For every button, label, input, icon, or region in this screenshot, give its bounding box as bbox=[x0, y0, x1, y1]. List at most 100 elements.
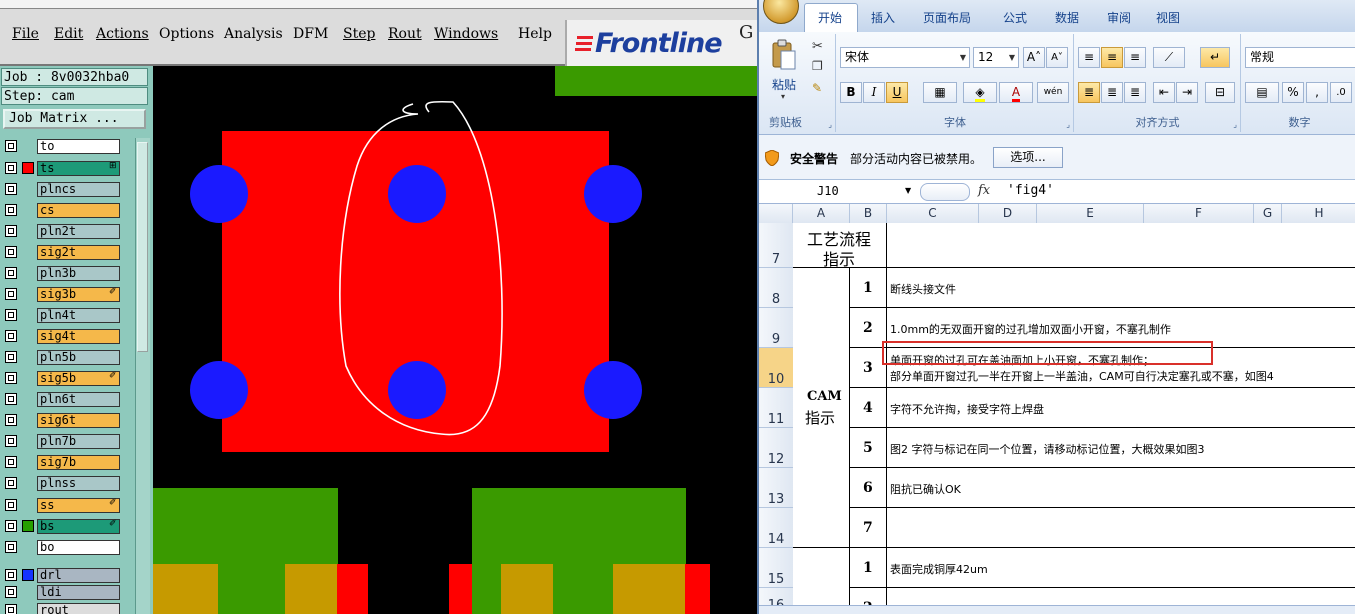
row-header[interactable]: 8 bbox=[759, 268, 793, 308]
layer-color-swatch[interactable] bbox=[22, 140, 34, 152]
layer-color-swatch[interactable] bbox=[22, 604, 34, 614]
cell-step-text[interactable]: 图2 字符与标记在同一个位置，请移动标记位置，大概效果如图3 bbox=[887, 428, 1355, 468]
select-all-corner[interactable] bbox=[759, 204, 793, 223]
align-left-button[interactable]: ≣ bbox=[1078, 82, 1100, 103]
layer-checkbox[interactable] bbox=[5, 569, 17, 581]
bold-button[interactable]: B bbox=[840, 82, 862, 103]
layer-row[interactable]: pln7b bbox=[3, 433, 134, 452]
tab-data[interactable]: 数据 bbox=[1055, 9, 1079, 26]
layer-name[interactable]: ss bbox=[37, 498, 120, 513]
via-pad[interactable] bbox=[190, 361, 248, 419]
layer-row[interactable]: ts ⊞ bbox=[3, 160, 134, 179]
layer-checkbox[interactable] bbox=[5, 267, 17, 279]
align-bottom-button[interactable]: ≡ bbox=[1124, 47, 1146, 68]
number-format-combo[interactable]: 常规 bbox=[1245, 47, 1355, 68]
cut-icon[interactable]: ✂ bbox=[812, 39, 823, 54]
menu-file[interactable]: File bbox=[12, 26, 39, 42]
layer-name[interactable]: plncs bbox=[37, 182, 120, 197]
layer-color-swatch[interactable] bbox=[22, 477, 34, 489]
layer-color-swatch[interactable] bbox=[22, 414, 34, 426]
column-header[interactable]: E bbox=[1037, 204, 1144, 223]
layer-name[interactable]: ts bbox=[37, 161, 120, 176]
layer-checkbox[interactable] bbox=[5, 604, 17, 614]
layer-row[interactable]: ldi bbox=[3, 584, 134, 603]
cell-step-number[interactable]: 4 bbox=[850, 388, 887, 428]
layer-name[interactable]: bo bbox=[37, 540, 120, 555]
layer-color-swatch[interactable] bbox=[22, 183, 34, 195]
orientation-button[interactable]: ⟋ bbox=[1153, 47, 1185, 68]
increase-indent-button[interactable]: ⇥ bbox=[1176, 82, 1198, 103]
layer-name[interactable]: sig3b bbox=[37, 287, 120, 302]
via-pad[interactable] bbox=[388, 165, 446, 223]
layer-color-swatch[interactable] bbox=[22, 456, 34, 468]
sheet-tab-bar[interactable] bbox=[759, 605, 1355, 614]
layer-color-swatch[interactable] bbox=[22, 393, 34, 405]
row-header[interactable]: 14 bbox=[759, 508, 793, 548]
layer-checkbox[interactable] bbox=[5, 477, 17, 489]
column-header[interactable]: G bbox=[1254, 204, 1282, 223]
dialog-launcher-icon[interactable]: ⌟ bbox=[828, 120, 832, 129]
layer-row[interactable]: ss ✐ bbox=[3, 497, 134, 516]
column-header[interactable]: D bbox=[979, 204, 1037, 223]
layer-name[interactable]: sig5b bbox=[37, 371, 120, 386]
menu-step[interactable]: Step bbox=[343, 26, 375, 42]
layer-checkbox[interactable] bbox=[5, 414, 17, 426]
shrink-font-button[interactable]: A˅ bbox=[1046, 47, 1068, 68]
decrease-indent-button[interactable]: ⇤ bbox=[1153, 82, 1175, 103]
layer-name[interactable]: pln4t bbox=[37, 308, 120, 323]
cell-step-number[interactable]: 7 bbox=[850, 508, 887, 548]
font-name-combo[interactable]: 宋体 ▼ bbox=[840, 47, 970, 68]
worksheet-grid[interactable]: 工艺流程 指示 CAM 指示 1 断线头接文件 2 1.0mm的无双面开窗的过孔增加双… bbox=[793, 223, 1355, 614]
paste-label[interactable]: 粘贴 bbox=[772, 76, 796, 93]
layer-checkbox[interactable] bbox=[5, 204, 17, 216]
copy-icon[interactable]: ❐ bbox=[812, 59, 823, 73]
layer-checkbox[interactable] bbox=[5, 225, 17, 237]
layer-row[interactable]: sig7b bbox=[3, 454, 134, 473]
layer-color-swatch[interactable] bbox=[22, 246, 34, 258]
borders-button[interactable]: ▦ bbox=[923, 82, 957, 103]
layer-color-swatch[interactable] bbox=[22, 569, 34, 581]
layer-color-swatch[interactable] bbox=[22, 499, 34, 511]
layer-row[interactable]: to bbox=[3, 138, 134, 157]
cell-step-number[interactable]: 1 bbox=[850, 268, 887, 308]
name-box[interactable]: J10 bbox=[761, 182, 916, 200]
layer-name[interactable]: ldi bbox=[37, 585, 120, 600]
office-button[interactable] bbox=[763, 0, 799, 24]
layer-name[interactable]: sig4t bbox=[37, 329, 120, 344]
grow-font-button[interactable]: A˄ bbox=[1023, 47, 1045, 68]
menu-analysis[interactable]: Analysis bbox=[224, 26, 283, 42]
underline-button[interactable]: U bbox=[886, 82, 908, 103]
formula-input[interactable]: 'fig4' bbox=[1007, 182, 1054, 200]
name-box-dropdown-icon[interactable]: ▼ bbox=[905, 182, 911, 200]
menu-edit[interactable]: Edit bbox=[54, 26, 83, 42]
layer-checkbox[interactable] bbox=[5, 140, 17, 152]
layer-color-swatch[interactable] bbox=[22, 541, 34, 553]
via-pad[interactable] bbox=[190, 165, 248, 223]
increase-decimal-button[interactable]: .0 bbox=[1330, 82, 1352, 103]
cell-step-text[interactable]: 断线头接文件 bbox=[887, 268, 1355, 308]
font-color-button[interactable]: A bbox=[999, 82, 1033, 103]
layer-row[interactable]: bo bbox=[3, 539, 134, 558]
layer-row[interactable]: sig2t bbox=[3, 244, 134, 263]
layer-row[interactable]: sig3b ✐ bbox=[3, 286, 134, 305]
paste-icon[interactable] bbox=[771, 39, 797, 71]
via-pad[interactable] bbox=[584, 165, 642, 223]
tab-page-layout[interactable]: 页面布局 bbox=[923, 9, 971, 26]
row-header[interactable]: 13 bbox=[759, 468, 793, 508]
layer-name[interactable]: to bbox=[37, 139, 120, 154]
layer-row[interactable]: sig4t bbox=[3, 328, 134, 347]
layer-checkbox[interactable] bbox=[5, 183, 17, 195]
layer-row[interactable]: pln6t bbox=[3, 391, 134, 410]
layer-name[interactable]: plnss bbox=[37, 476, 120, 491]
layer-color-swatch[interactable] bbox=[22, 372, 34, 384]
layer-name[interactable]: cs bbox=[37, 203, 120, 218]
via-pad[interactable] bbox=[388, 361, 446, 419]
tab-view[interactable]: 视图 bbox=[1156, 9, 1180, 26]
layer-row[interactable]: plncs bbox=[3, 181, 134, 200]
cell-step-number[interactable]: 6 bbox=[850, 468, 887, 508]
menu-windows[interactable]: Windows bbox=[434, 26, 498, 42]
layer-checkbox[interactable] bbox=[5, 586, 17, 598]
cell-cam-label[interactable]: CAM 指示 bbox=[793, 268, 850, 548]
column-header[interactable]: B bbox=[850, 204, 887, 223]
layer-name[interactable]: pln5b bbox=[37, 350, 120, 365]
